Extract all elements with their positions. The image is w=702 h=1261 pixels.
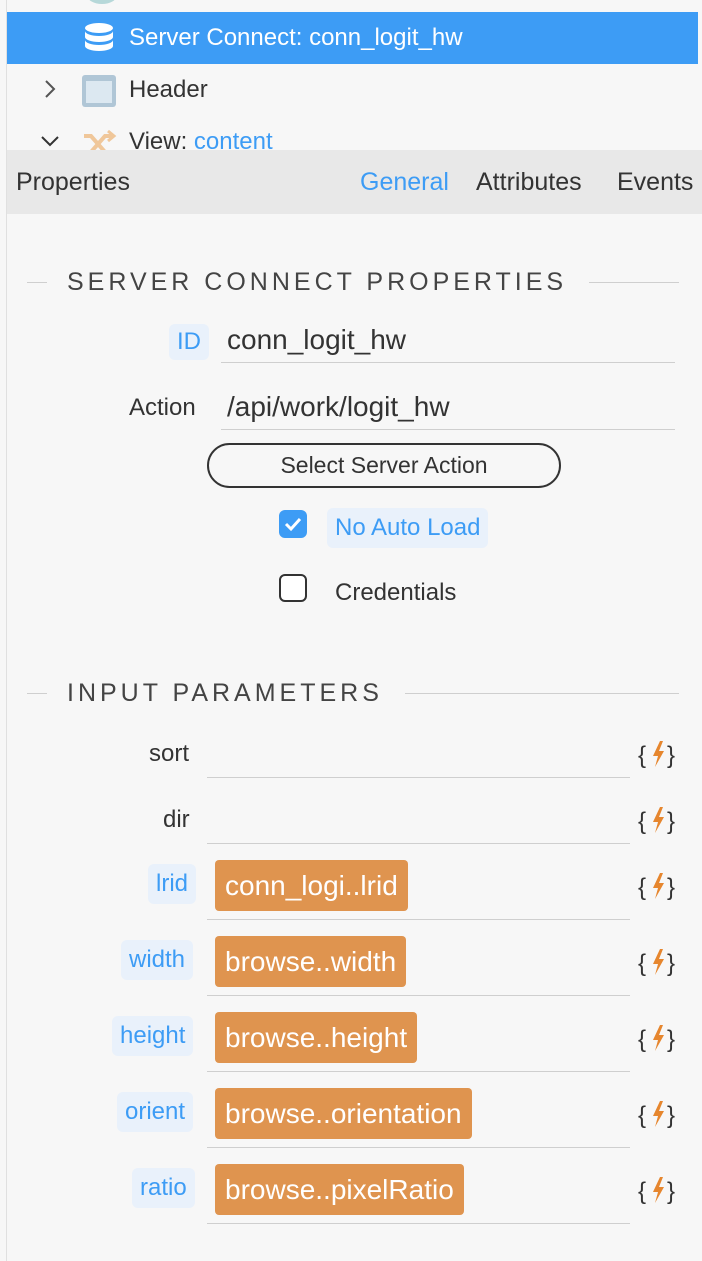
param-label-orient: orient: [117, 1092, 194, 1132]
tab-attributes[interactable]: Attributes: [476, 168, 582, 197]
action-label: Action: [129, 394, 196, 421]
credentials-label[interactable]: Credentials: [335, 579, 456, 607]
properties-title: Properties: [16, 168, 130, 196]
partial-tree-icon: [87, 0, 117, 4]
svg-text:}: }: [667, 808, 675, 835]
dynamic-data-icon[interactable]: {}: [636, 803, 680, 837]
chevron-right-icon[interactable]: [39, 78, 61, 100]
checkmark-icon: [284, 517, 302, 532]
no-auto-load-checkbox[interactable]: [279, 510, 307, 538]
tab-events[interactable]: Events: [617, 168, 693, 197]
dynamic-data-icon[interactable]: {}: [636, 1097, 680, 1131]
param-binding-width[interactable]: browse..width: [215, 936, 407, 987]
section-input-parameters: INPUT PARAMETERS: [27, 678, 679, 708]
param-label-width: width: [121, 940, 194, 980]
param-input-width[interactable]: [207, 995, 630, 996]
header-block-icon: [82, 75, 116, 107]
param-binding-ratio[interactable]: browse..pixelRatio: [215, 1164, 464, 1215]
param-label-height: height: [112, 1016, 194, 1056]
param-binding-height[interactable]: browse..height: [215, 1012, 418, 1063]
svg-text:}: }: [667, 742, 675, 769]
dynamic-data-icon[interactable]: {}: [636, 945, 680, 979]
dynamic-data-icon[interactable]: {}: [636, 737, 680, 771]
tree-item-label: View: content: [129, 128, 273, 150]
svg-text:}: }: [667, 1102, 675, 1129]
tab-general[interactable]: General: [360, 168, 449, 197]
svg-text:}: }: [667, 950, 675, 977]
param-input-orient[interactable]: [207, 1147, 630, 1148]
param-label-sort: sort: [149, 740, 190, 767]
component-tree: Server Connect: conn_logit_hw Header Vie…: [7, 0, 702, 150]
param-binding-lrid[interactable]: conn_logi..lrid: [215, 860, 408, 911]
svg-text:{: {: [638, 1102, 646, 1129]
chevron-down-icon[interactable]: [39, 130, 61, 150]
param-input-ratio[interactable]: [207, 1223, 630, 1224]
tree-item-label: Server Connect: conn_logit_hw: [129, 24, 463, 51]
dynamic-data-icon[interactable]: {}: [636, 869, 680, 903]
section-server-connect-properties: SERVER CONNECT PROPERTIES: [27, 267, 679, 297]
param-label-ratio: ratio: [132, 1168, 195, 1208]
database-icon: [85, 23, 113, 51]
svg-text:}: }: [667, 1178, 675, 1205]
tree-item-view[interactable]: View: content: [7, 116, 698, 150]
credentials-checkbox[interactable]: [279, 574, 307, 602]
id-label: ID: [169, 324, 209, 360]
svg-text:}: }: [667, 1026, 675, 1053]
param-label-lrid: lrid: [148, 864, 197, 904]
param-binding-orient[interactable]: browse..orientation: [215, 1088, 472, 1139]
tree-item-server-connect[interactable]: Server Connect: conn_logit_hw: [7, 12, 698, 64]
param-input-dir[interactable]: [207, 843, 630, 844]
tree-item-label: Header: [129, 76, 208, 103]
tree-item-header[interactable]: Header: [7, 64, 698, 116]
param-input-sort[interactable]: [207, 777, 630, 778]
svg-text:{: {: [638, 742, 646, 769]
param-label-dir: dir: [163, 806, 190, 833]
shuffle-route-icon: [84, 129, 117, 150]
param-input-lrid[interactable]: [207, 919, 630, 920]
section-heading: SERVER CONNECT PROPERTIES: [67, 267, 568, 296]
svg-text:{: {: [638, 808, 646, 835]
svg-text:{: {: [638, 1026, 646, 1053]
properties-header: Properties General Attributes Events: [7, 150, 702, 214]
no-auto-load-label[interactable]: No Auto Load: [327, 508, 489, 548]
svg-text:}: }: [667, 874, 675, 901]
select-server-action-button[interactable]: Select Server Action: [207, 443, 561, 488]
section-heading: INPUT PARAMETERS: [67, 678, 383, 707]
param-input-height[interactable]: [207, 1071, 630, 1072]
action-input[interactable]: [221, 385, 675, 430]
svg-text:{: {: [638, 950, 646, 977]
dynamic-data-icon[interactable]: {}: [636, 1021, 680, 1055]
svg-text:{: {: [638, 874, 646, 901]
svg-text:{: {: [638, 1178, 646, 1205]
dynamic-data-icon[interactable]: {}: [636, 1173, 680, 1207]
view-content-link[interactable]: content: [194, 128, 273, 150]
id-input[interactable]: [221, 318, 675, 363]
